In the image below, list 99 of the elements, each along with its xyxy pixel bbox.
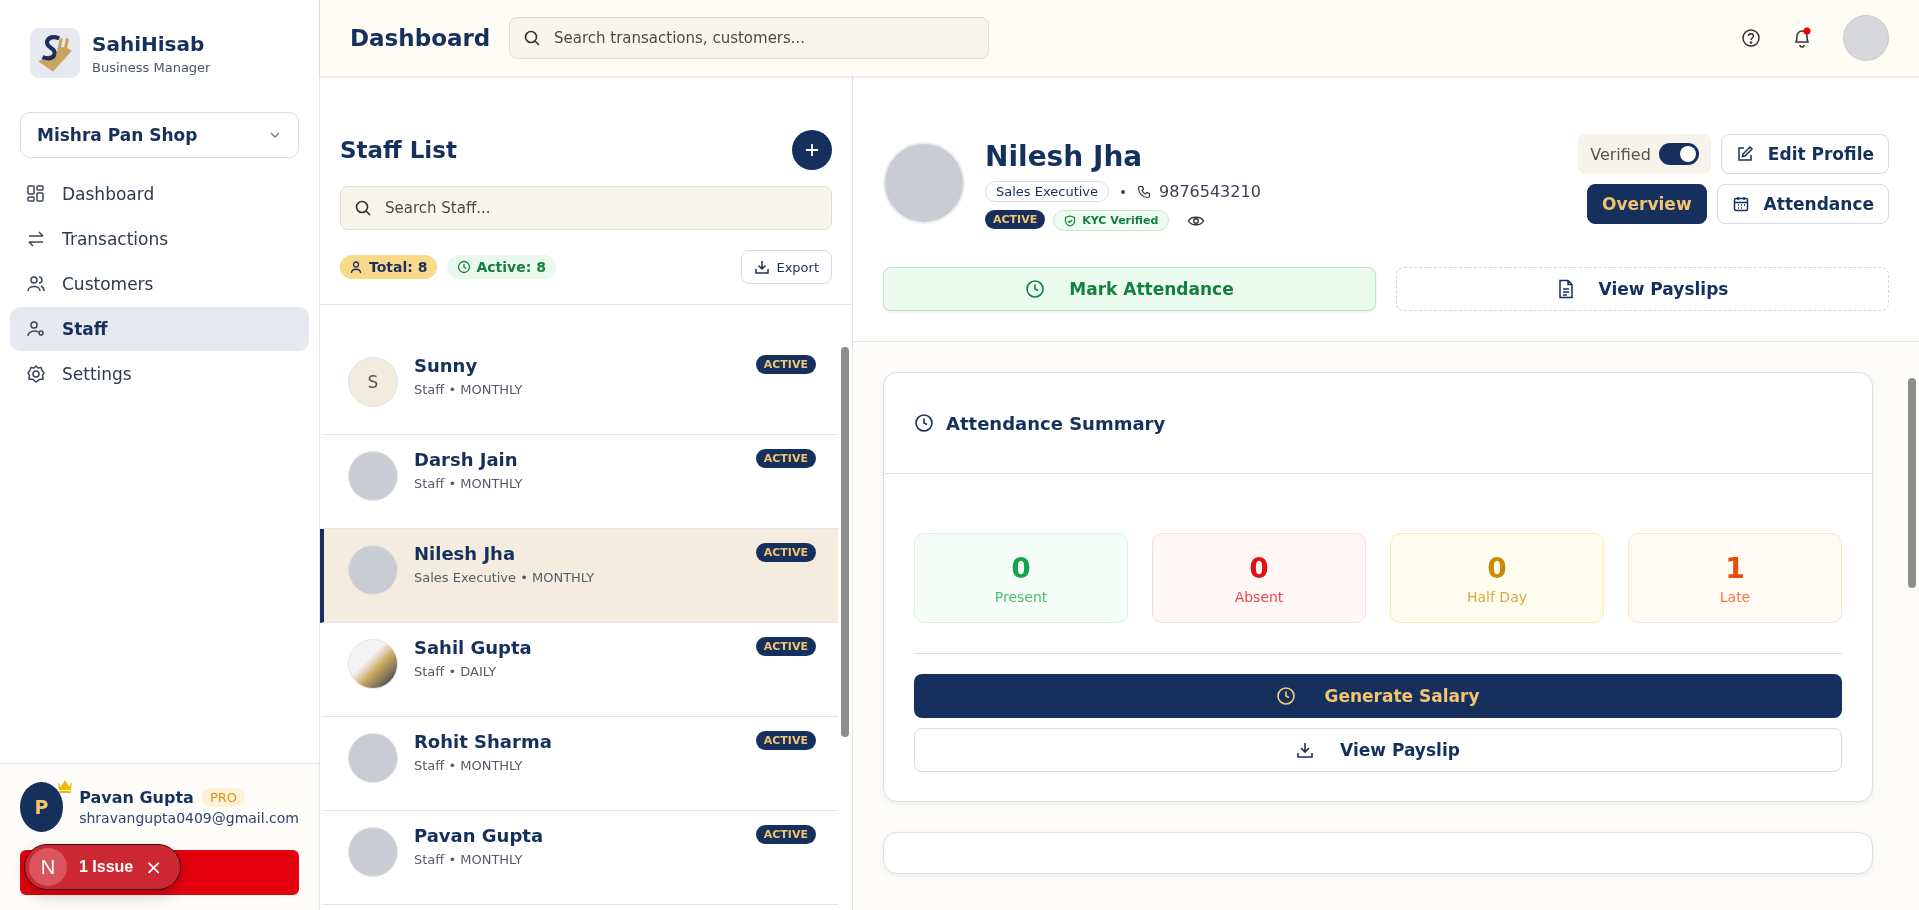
staff-role: Staff • DAILY	[414, 664, 498, 679]
status-badge: ACTIVE	[755, 731, 816, 750]
download-icon	[1296, 741, 1315, 759]
search-icon	[523, 29, 541, 47]
calendar-icon	[1731, 195, 1750, 213]
photo-placeholder	[348, 451, 398, 501]
phone-icon	[1137, 184, 1152, 199]
card-title: Attendance Summary	[946, 412, 1166, 434]
photo-placeholder	[348, 545, 398, 595]
user-avatar: P	[20, 782, 64, 832]
status-badge: ACTIVE	[755, 449, 816, 468]
download-icon	[754, 259, 771, 275]
staff-name: Sunny	[414, 355, 479, 376]
user-name: Pavan Gupta	[79, 788, 194, 807]
active-count-chip: Active: 8	[447, 255, 556, 279]
view-payslip-button[interactable]: View Payslip	[914, 728, 1842, 772]
clock-icon	[457, 260, 472, 274]
sidebar-item[interactable]: Customers	[10, 262, 309, 306]
sidebar-item[interactable]: Dashboard	[10, 172, 309, 216]
stat-value: 0	[1487, 551, 1507, 585]
stat-label: Present	[994, 588, 1048, 605]
shield-check-icon	[1064, 214, 1077, 227]
sidebar-item[interactable]: Transactions	[10, 217, 309, 261]
edit-profile-button[interactable]: Edit Profile	[1720, 134, 1889, 174]
stat-value: 0	[1011, 551, 1031, 585]
issue-indicator[interactable]: N 1 Issue ×	[24, 844, 182, 890]
stat-value: 0	[1249, 551, 1269, 585]
staff-name: Pavan Gupta	[414, 825, 545, 846]
staff-row[interactable]: S Sunny Staff • MONTHLY ACTIVE	[320, 341, 838, 435]
sidebar-item[interactable]: Staff	[10, 307, 309, 351]
staff-role: Sales Executive • MONTHLY	[414, 570, 596, 585]
page-title: Dashboard	[350, 25, 492, 51]
stat-value: 1	[1725, 551, 1745, 585]
staff-list-title: Staff List	[340, 137, 457, 163]
plan-badge: PRO	[201, 788, 245, 807]
status-badge: ACTIVE	[755, 637, 816, 656]
generate-salary-button[interactable]: Generate Salary	[914, 674, 1842, 718]
plus-icon	[804, 142, 820, 158]
logo-avatar	[348, 639, 398, 689]
staff-row[interactable]: Rohit Sharma Staff • MONTHLY ACTIVE	[320, 717, 838, 811]
kyc-badge: KYC Verified	[1053, 210, 1170, 231]
clock-icon	[1276, 686, 1297, 706]
search-field[interactable]: Search transactions, customers...	[509, 17, 989, 59]
crown-icon	[57, 779, 73, 793]
logo-icon	[30, 28, 80, 78]
mark-attendance-button[interactable]: Mark Attendance	[883, 267, 1376, 311]
staff-name: Nilesh Jha	[414, 543, 517, 564]
staff-name: Rohit Sharma	[414, 731, 553, 752]
staff-name: Sahil Gupta	[414, 637, 533, 658]
profile-tab[interactable]: Overview	[1587, 184, 1707, 224]
staff-row[interactable]: Nilesh Jha Sales Executive • MONTHLY ACTIVE	[320, 529, 838, 623]
total-count-chip: Total: 8	[340, 255, 438, 279]
edit-icon	[1735, 145, 1754, 163]
stat-label: Half Day	[1467, 588, 1527, 605]
phone-number: 9876543210	[1159, 182, 1261, 201]
view-payslips-button[interactable]: View Payslips	[1396, 267, 1889, 311]
profile-tab[interactable]: Attendance	[1716, 184, 1889, 224]
photo-placeholder	[348, 827, 398, 877]
brand-name: SahiHisab	[92, 31, 206, 56]
help-icon[interactable]	[1741, 28, 1761, 48]
staff-role: Staff • MONTHLY	[414, 758, 524, 773]
staff-search-field[interactable]: Search Staff...	[340, 186, 832, 230]
status-badge: ACTIVE	[755, 355, 816, 374]
staff-role: Staff • MONTHLY	[414, 476, 524, 491]
user-icon	[350, 260, 364, 274]
shop-selector[interactable]: Mishra Pan Shop	[20, 112, 299, 158]
framework-logo: N	[29, 848, 67, 886]
verified-label: Verified	[1590, 144, 1651, 164]
user-email: shravangupta0409@gmail.com	[79, 810, 299, 826]
status-badge: ACTIVE	[755, 543, 816, 562]
clock-icon	[914, 413, 934, 433]
photo-placeholder	[348, 733, 398, 783]
staff-avatar: S	[348, 357, 398, 407]
document-icon	[1556, 279, 1575, 299]
staff-name: Darsh Jain	[414, 449, 519, 470]
brand-tagline: Business Manager	[92, 59, 211, 75]
verified-toggle[interactable]	[1658, 143, 1699, 165]
arrows-icon	[26, 229, 46, 249]
settings-icon	[26, 364, 46, 384]
export-button[interactable]: Export	[741, 250, 832, 284]
users-icon	[26, 274, 46, 294]
staff-row[interactable]: Pavan Gupta Staff • MONTHLY ACTIVE	[320, 811, 838, 905]
add-button[interactable]	[792, 130, 832, 170]
issue-count: 1 Issue	[79, 858, 134, 876]
staff-role: Staff • MONTHLY	[414, 852, 524, 867]
staff-role: Staff • MONTHLY	[414, 382, 524, 397]
staff-name: Nilesh Jha	[985, 140, 1144, 173]
status-badge: ACTIVE	[985, 210, 1046, 229]
stat-label: Absent	[1234, 588, 1284, 605]
user-gear-icon	[26, 319, 46, 339]
separator-dot	[1121, 189, 1126, 194]
stat-label: Late	[1719, 588, 1751, 605]
search-icon	[354, 199, 372, 217]
sidebar-item[interactable]: Settings	[10, 352, 309, 396]
staff-row[interactable]: Sahil Gupta Staff • DAILY ACTIVE	[320, 623, 838, 717]
clock-icon	[1025, 279, 1046, 299]
close-icon[interactable]: ×	[145, 855, 163, 879]
grid-icon	[26, 184, 46, 204]
status-badge: ACTIVE	[755, 825, 816, 844]
